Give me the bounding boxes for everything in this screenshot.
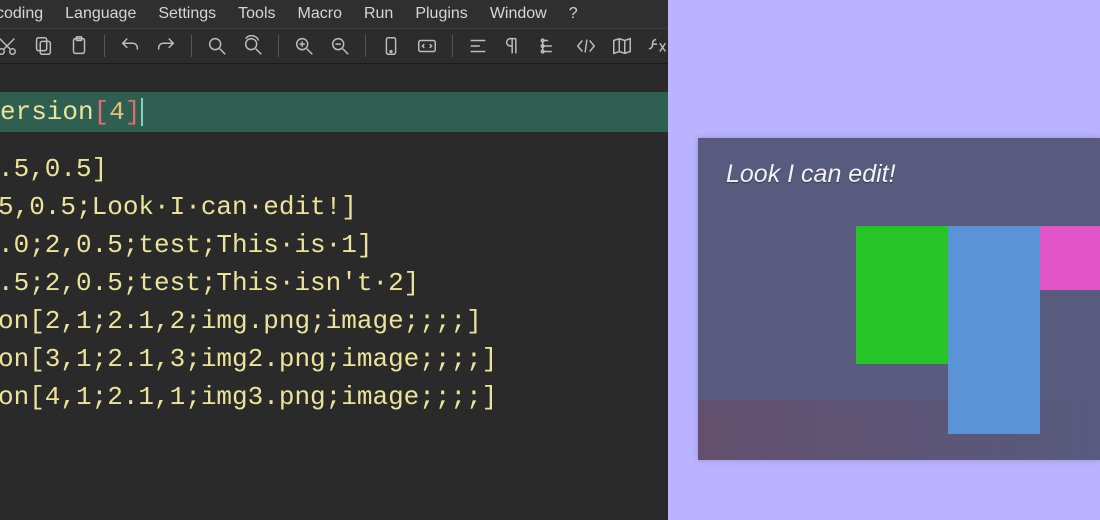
- preview-panel: Look I can edit!: [668, 0, 1100, 520]
- zoom-in-icon[interactable]: [291, 33, 317, 59]
- preview-block-green[interactable]: [856, 226, 948, 364]
- toolbar-separator: [104, 35, 105, 57]
- toolbar-separator: [452, 35, 453, 57]
- replace-icon[interactable]: [240, 33, 266, 59]
- pilcrow-icon[interactable]: [501, 33, 527, 59]
- code-number: 4: [109, 97, 125, 127]
- menu-item-language[interactable]: Language: [65, 5, 136, 23]
- preview-canvas[interactable]: Look I can edit!: [698, 138, 1100, 460]
- zoom-out-icon[interactable]: [327, 33, 353, 59]
- code-icon[interactable]: [573, 33, 599, 59]
- paste-icon[interactable]: [66, 33, 92, 59]
- device-icon[interactable]: [378, 33, 404, 59]
- search-icon[interactable]: [204, 33, 230, 59]
- map-icon[interactable]: [609, 33, 635, 59]
- menu-item-plugins[interactable]: Plugins: [415, 5, 467, 23]
- menu-item-help[interactable]: ?: [569, 5, 578, 23]
- cut-icon[interactable]: [0, 33, 20, 59]
- bracket-open: [: [94, 97, 110, 127]
- menu-item-macro[interactable]: Macro: [298, 5, 342, 23]
- toolbar-separator: [278, 35, 279, 57]
- menu-item-encoding[interactable]: coding: [0, 5, 43, 23]
- menu-item-settings[interactable]: Settings: [158, 5, 216, 23]
- menu-item-run[interactable]: Run: [364, 5, 393, 23]
- copy-icon[interactable]: [30, 33, 56, 59]
- align-icon[interactable]: [465, 33, 491, 59]
- redo-icon[interactable]: [153, 33, 179, 59]
- preview-block-blue[interactable]: [948, 226, 1040, 434]
- preview-title: Look I can edit!: [726, 160, 896, 189]
- text-cursor: [141, 98, 143, 126]
- bracket-close: ]: [125, 97, 141, 127]
- menu-item-window[interactable]: Window: [490, 5, 547, 23]
- toolbar-separator: [191, 35, 192, 57]
- preview-block-pink[interactable]: [1040, 226, 1100, 290]
- code-token: ersion: [0, 97, 94, 127]
- toolbar-separator: [365, 35, 366, 57]
- code-block-icon[interactable]: [414, 33, 440, 59]
- tree-icon[interactable]: [537, 33, 563, 59]
- undo-icon[interactable]: [117, 33, 143, 59]
- menu-item-tools[interactable]: Tools: [238, 5, 275, 23]
